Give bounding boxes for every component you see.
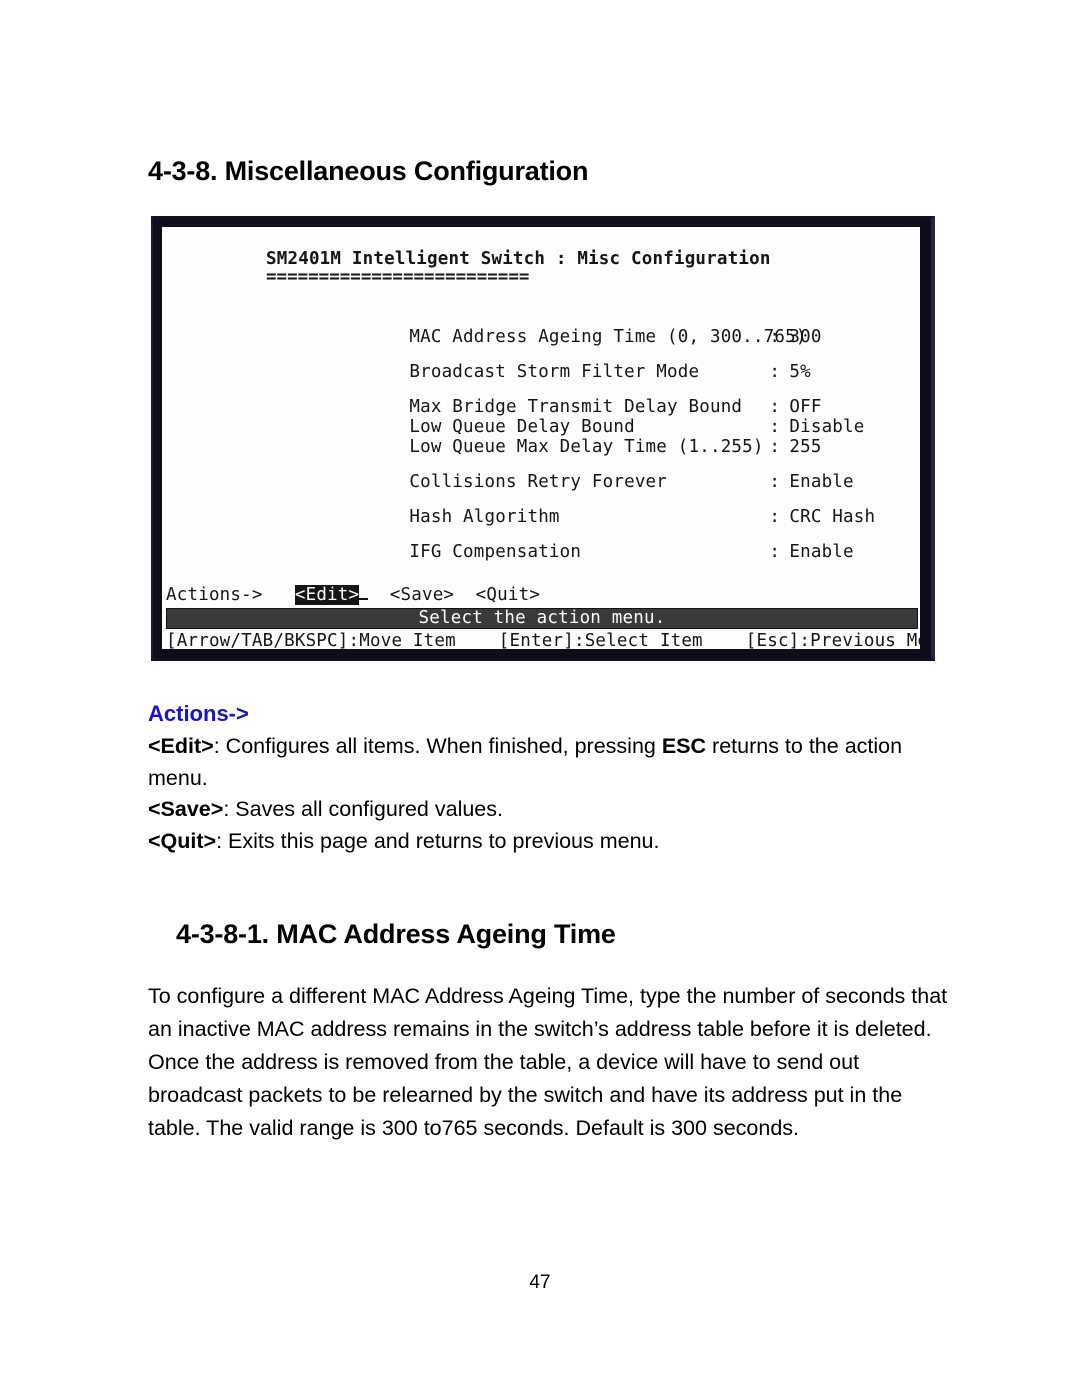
action-edit-button[interactable]: <Edit>	[294, 585, 360, 605]
page-number: 47	[529, 1272, 551, 1293]
actions-prompt: Actions->	[166, 585, 263, 605]
terminal-action-menu: Actions-> <Edit> <Save> <Quit>	[166, 585, 540, 605]
terminal-title: SM2401M Intelligent Switch : Misc Config…	[266, 249, 771, 269]
actions-entry-quit: <Quit>: Exits this page and returns to p…	[148, 826, 948, 858]
page-title-misc-configuration: 4-3-8. Miscellaneous Configuration	[148, 156, 589, 187]
setting-label: IFG Compensation	[409, 542, 582, 562]
terminal-key-help: [Arrow/TAB/BKSPC]:Move Item [Enter]:Sele…	[166, 631, 920, 649]
section-title-mac-address-ageing-time: 4-3-8-1. MAC Address Ageing Time	[176, 919, 616, 950]
setting-row-ifg-compensation[interactable]: IFG Compensation: Enable	[302, 522, 920, 582]
text-cursor	[359, 598, 369, 600]
setting-colon: :	[769, 542, 781, 562]
actions-entry-key: <Save>	[148, 797, 224, 821]
actions-entry-key: <Quit>	[148, 828, 217, 853]
actions-section-description: <Edit>: Configures all items. When finis…	[148, 731, 948, 857]
actions-entry-edit: <Edit>: Configures all items. When finis…	[148, 731, 948, 794]
actions-entry-key: <Edit>	[148, 734, 214, 758]
actions-entry-save: <Save>: Saves all configured values.	[148, 794, 948, 826]
actions-entry-emphasis: ESC	[661, 734, 707, 758]
terminal-status-bar: Select the action menu.	[166, 608, 918, 629]
mac-ageing-paragraph: To configure a different MAC Address Age…	[148, 984, 948, 1140]
actions-entry-text-before: : Exits this page and returns to previou…	[216, 828, 660, 853]
terminal-screen: SM2401M Intelligent Switch : Misc Config…	[162, 227, 920, 649]
action-save-button[interactable]: <Save>	[390, 585, 454, 605]
actions-entry-text-before: : Configures all items. When finished, p…	[213, 734, 662, 758]
actions-section-caption: Actions->	[148, 701, 249, 726]
document-page: 4-3-8. Miscellaneous Configuration SM240…	[0, 0, 1080, 1397]
action-quit-button[interactable]: <Quit>	[476, 585, 540, 605]
terminal-screenshot-figure: SM2401M Intelligent Switch : Misc Config…	[151, 216, 935, 661]
actions-entry-text-before: : Saves all configured values.	[223, 797, 503, 821]
mac-ageing-description: To configure a different MAC Address Age…	[148, 980, 950, 1145]
setting-value[interactable]: Enable	[789, 542, 853, 562]
terminal-title-rule: =========================	[266, 267, 530, 287]
